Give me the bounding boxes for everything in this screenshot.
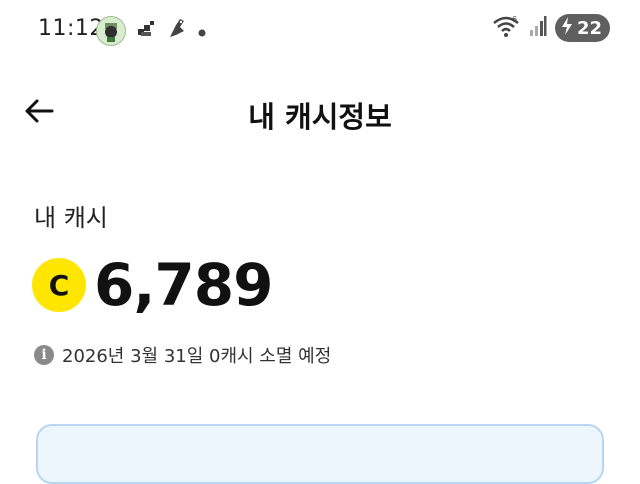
page-header: 내 캐시정보: [0, 80, 640, 146]
system-status: 6 22: [491, 14, 610, 42]
bird-icon: [166, 17, 188, 45]
signal-icon: [529, 15, 547, 41]
battery-charging-icon: [561, 16, 573, 40]
notification-icons: [96, 16, 206, 46]
status-bar: 11:12 6 22: [0, 0, 640, 60]
cash-label: 내 캐시: [34, 204, 108, 232]
page-title: 내 캐시정보: [248, 100, 392, 134]
status-time: 11:12: [38, 16, 104, 41]
dot-icon: [198, 22, 206, 41]
battery-level: 22: [576, 17, 602, 39]
cash-amount: 6,789: [94, 251, 273, 319]
battery-indicator: 22: [554, 14, 610, 42]
coin-icon: C: [32, 258, 86, 312]
info-icon: i: [34, 345, 54, 365]
expiry-notice: i 2026년 3월 31일 0캐시 소멸 예정: [34, 342, 331, 368]
expiry-text: 2026년 3월 31일 0캐시 소멸 예정: [62, 346, 332, 367]
wifi-icon: 6: [491, 14, 521, 42]
svg-text:6: 6: [512, 15, 517, 24]
photo-icon: [136, 19, 156, 43]
info-card[interactable]: [36, 424, 604, 484]
cash-balance: C 6,789: [32, 251, 273, 319]
app-avatar-icon: [96, 16, 126, 46]
